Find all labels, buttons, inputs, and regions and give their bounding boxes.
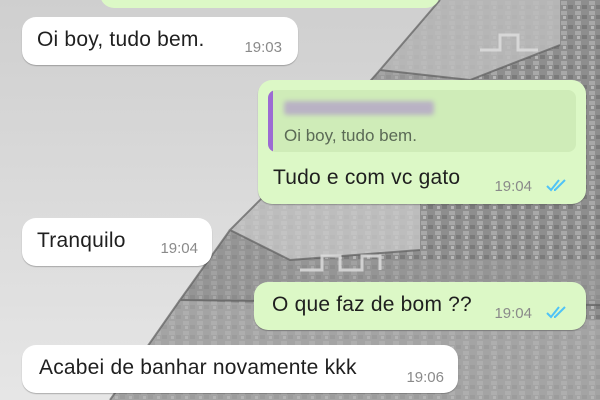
message-time: 19:04	[160, 240, 198, 257]
double-check-icon	[546, 179, 566, 192]
incoming-message[interactable]: Oi boy, tudo bem. 19:03	[22, 17, 298, 65]
message-text: Tudo e com vc gato	[273, 166, 461, 189]
message-time: 19:06	[406, 369, 444, 386]
message-time: 19:04	[494, 178, 532, 195]
message-time: 19:03	[244, 39, 282, 56]
message-text: Acabei de banhar novamente kkk	[39, 356, 357, 379]
previous-message-bubble	[100, 0, 440, 8]
incoming-message[interactable]: Tranquilo 19:04	[22, 218, 212, 266]
message-text: O que faz de bom ??	[272, 293, 472, 316]
message-text: Tranquilo	[37, 229, 126, 252]
outgoing-reply-message[interactable]: Oi boy, tudo bem. Tudo e com vc gato 19:…	[258, 80, 586, 204]
message-text: Oi boy, tudo bem.	[37, 28, 205, 51]
quoted-author-name-redacted	[284, 101, 434, 115]
message-time: 19:04	[494, 305, 532, 322]
outgoing-message[interactable]: O que faz de bom ?? 19:04	[254, 282, 586, 330]
incoming-message[interactable]: Acabei de banhar novamente kkk 19:06	[22, 345, 458, 393]
double-check-icon	[546, 306, 566, 319]
quoted-message[interactable]: Oi boy, tudo bem.	[268, 90, 576, 152]
quoted-text: Oi boy, tudo bem.	[284, 126, 417, 145]
quote-accent-bar	[268, 90, 273, 152]
